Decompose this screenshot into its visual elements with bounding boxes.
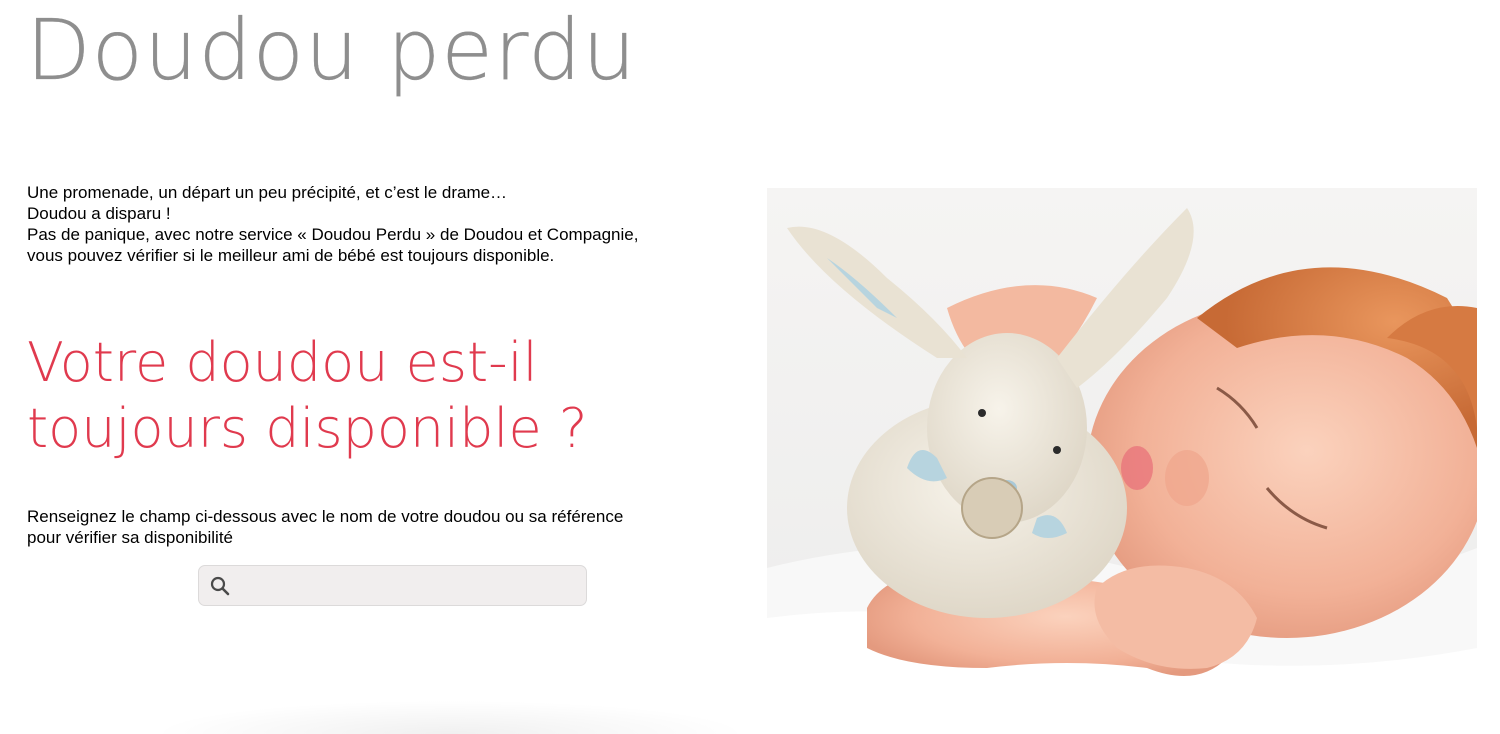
search-instructions: Renseignez le champ ci-dessous avec le n… [27, 506, 747, 548]
instructions-line: pour vérifier sa disponibilité [27, 528, 233, 547]
intro-line: Pas de panique, avec notre service « Dou… [27, 225, 639, 244]
intro-line: Doudou a disparu ! [27, 204, 171, 223]
bottom-shadow [150, 700, 750, 734]
intro-line: vous pouvez vérifier si le meilleur ami … [27, 246, 555, 265]
intro-text: Une promenade, un départ un peu précipit… [27, 182, 757, 266]
search-input[interactable] [235, 566, 586, 605]
instructions-line: Renseignez le champ ci-dessous avec le n… [27, 507, 624, 526]
page-title: Doudou perdu [26, 1, 637, 99]
availability-heading-line: toujours disponible ? [27, 397, 588, 460]
baby-with-bunny-image [767, 188, 1477, 734]
search-box[interactable] [198, 565, 587, 606]
availability-heading-line: Votre doudou est-il [27, 331, 538, 394]
search-icon[interactable] [205, 571, 235, 601]
intro-line: Une promenade, un départ un peu précipit… [27, 183, 508, 202]
availability-heading: Votre doudou est-il toujours disponible … [27, 330, 588, 462]
